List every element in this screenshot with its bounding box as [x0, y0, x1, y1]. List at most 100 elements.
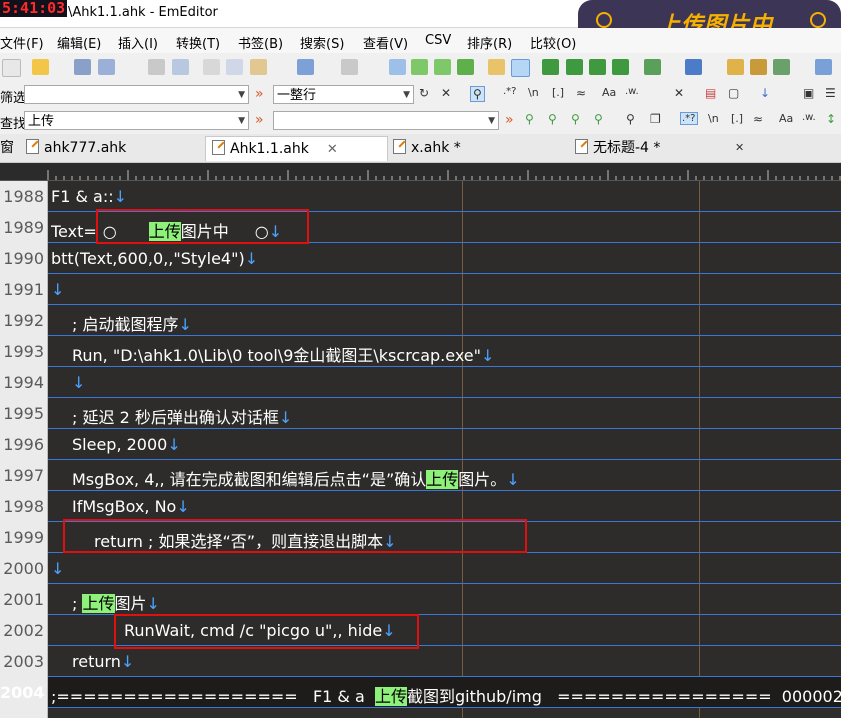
double-chevron-icon[interactable]: » — [255, 86, 264, 102]
code-line[interactable]: Sleep, 2000↓ — [48, 429, 841, 460]
menu-convert[interactable]: 转换(T) — [176, 33, 220, 52]
find-next-icon[interactable]: ⚲ — [525, 112, 534, 126]
replace-input[interactable]: ▼ — [273, 111, 499, 130]
search-icon[interactable]: ⚲ — [470, 86, 485, 102]
whole-word-icon[interactable]: .w. — [625, 86, 639, 97]
customize-icon[interactable] — [727, 59, 744, 75]
code-line[interactable]: ; 启动截图程序↓ — [48, 305, 841, 336]
compare-icon[interactable] — [612, 59, 629, 75]
bookmark-icon[interactable]: ▤ — [705, 86, 716, 100]
menu-sort[interactable]: 排序(R) — [467, 33, 512, 52]
arrow-down-icon[interactable]: ↓ — [760, 86, 770, 100]
menu-bookmark[interactable]: 书签(B) — [238, 33, 283, 52]
chevron-down-icon[interactable]: ▼ — [238, 86, 245, 105]
code-line[interactable]: return↓ — [48, 646, 841, 677]
find-bar: 查找 上传 ▼ » ▼ » ⚲ ⚲ ⚲ ⚲ ⚲ ❐ .*? \n [.] ≈ Aa… — [0, 108, 841, 134]
code-line[interactable]: ↓ — [48, 553, 841, 584]
undo-icon[interactable] — [297, 59, 314, 75]
close-icon[interactable]: ✕ — [327, 142, 338, 157]
sync-scroll-icon[interactable] — [589, 59, 606, 75]
panel-icon[interactable]: ▣ — [803, 86, 814, 100]
find-in-files-icon[interactable]: ⚲ — [626, 112, 635, 126]
wildcard-option-icon[interactable]: [.] — [731, 112, 743, 125]
copy-icon[interactable] — [226, 59, 243, 75]
regex-option-icon[interactable]: .*? — [680, 112, 698, 125]
print-preview-icon[interactable] — [172, 59, 189, 75]
document-icon[interactable]: ▢ — [728, 86, 739, 100]
find-icon[interactable] — [389, 59, 406, 75]
open-folder-icon[interactable] — [32, 59, 49, 75]
menu-file[interactable]: 文件(F) — [0, 33, 44, 52]
filter-input[interactable]: ▼ — [24, 85, 249, 104]
editor-area[interactable]: 1988 1989 1990 1991 1992 1993 1994 1995 1996 1997… — [0, 181, 841, 718]
save-icon[interactable] — [74, 59, 91, 75]
code-text: MsgBox, 4,, 请在完成截图和编辑后点击“是”确认上传图片。↓ — [72, 466, 520, 490]
find-in-files-icon[interactable] — [488, 59, 505, 75]
view-icon[interactable] — [542, 59, 559, 75]
find-input[interactable]: 上传 ▼ — [24, 111, 249, 130]
copy-results-icon[interactable]: ❐ — [650, 112, 661, 126]
chevron-down-icon[interactable]: ▼ — [488, 112, 495, 131]
tools-icon[interactable] — [773, 59, 790, 75]
clear-icon[interactable]: ✕ — [441, 86, 451, 100]
match-case-icon[interactable]: Aa — [602, 86, 616, 99]
close-icon[interactable]: ✕ — [735, 141, 744, 154]
code-line[interactable]: ↓ — [48, 274, 841, 305]
refresh-icon[interactable]: ↻ — [419, 86, 429, 100]
filter-mode-select[interactable]: 一整行 ▼ — [273, 85, 414, 104]
match-case-icon[interactable]: Aa — [779, 112, 793, 125]
menu-compare[interactable]: 比较(O) — [530, 33, 576, 52]
code-line[interactable]: F1 & a::↓ — [48, 181, 841, 212]
menu-insert[interactable]: 插入(I) — [118, 33, 158, 52]
chevron-down-icon[interactable]: ▼ — [403, 86, 410, 105]
save-all-icon[interactable] — [98, 59, 115, 75]
code-line[interactable]: ; 上传图片↓ — [48, 584, 841, 615]
menu-view[interactable]: 查看(V) — [363, 33, 408, 52]
menu-search[interactable]: 搜索(S) — [300, 33, 344, 52]
code-line[interactable]: ;================== F1 & a 上传截图到github/i… — [48, 677, 841, 708]
code-line[interactable]: ; 延迟 2 秒后弹出确认对话框↓ — [48, 398, 841, 429]
window-list-icon[interactable] — [815, 59, 832, 75]
find-next-icon[interactable] — [411, 59, 428, 75]
menu-edit[interactable]: 编辑(E) — [57, 33, 101, 52]
fuzzy-option-icon[interactable]: ≈ — [753, 112, 763, 126]
fuzzy-option-icon[interactable]: ≈ — [576, 86, 586, 100]
code-line[interactable]: ↓ — [48, 367, 841, 398]
menu-csv[interactable]: CSV — [425, 33, 451, 48]
regex-option-icon[interactable]: .*? — [503, 86, 517, 97]
split-view-icon[interactable] — [566, 59, 583, 75]
macro-icon[interactable] — [644, 59, 661, 75]
up-down-icon[interactable]: ↕ — [826, 112, 836, 126]
replace-icon[interactable] — [457, 59, 474, 75]
find-prev-icon[interactable]: ⚲ — [548, 112, 557, 126]
code-line[interactable]: MsgBox, 4,, 请在完成截图和编辑后点击“是”确认上传图片。↓ — [48, 460, 841, 491]
cut-icon[interactable] — [203, 59, 220, 75]
redo-icon[interactable] — [341, 59, 358, 75]
double-chevron-icon[interactable]: » — [255, 112, 264, 128]
tab-untitled-4[interactable]: 无标题-4 * — [569, 136, 749, 161]
code-line[interactable]: Run, "D:\ahk1.0\Lib\0 tool\9金山截图王\kscrca… — [48, 336, 841, 367]
list-icon[interactable]: ☰ — [825, 86, 836, 100]
code-line[interactable]: btt(Text,600,0,,"Style4")↓ — [48, 243, 841, 274]
escape-option-icon[interactable]: \n — [708, 112, 719, 125]
print-icon[interactable] — [148, 59, 165, 75]
wildcard-option-icon[interactable]: [.] — [552, 86, 564, 99]
tab-x-ahk[interactable]: x.ahk * — [387, 136, 567, 161]
whole-word-icon[interactable]: .w. — [802, 112, 816, 123]
escape-option-icon[interactable]: \n — [528, 86, 539, 99]
tab-ahk777[interactable]: ahk777.ahk — [20, 136, 203, 161]
find-prev-icon[interactable] — [434, 59, 451, 75]
new-file-icon[interactable] — [2, 59, 21, 77]
replace-all-icon[interactable]: ⚲ — [594, 112, 603, 126]
clear-filter-icon[interactable]: ✕ — [674, 86, 684, 100]
filter-icon[interactable] — [511, 59, 530, 77]
tab-window-partial[interactable]: 窗口 — [0, 136, 20, 181]
properties-icon[interactable] — [750, 59, 767, 75]
double-chevron-icon[interactable]: » — [505, 112, 514, 128]
tab-ahk1-1[interactable]: Ahk1.1.ahk ✕ — [205, 136, 388, 161]
chevron-down-icon[interactable]: ▼ — [238, 112, 245, 131]
plugin-icon[interactable] — [685, 59, 702, 75]
replace-icon[interactable]: ⚲ — [571, 112, 580, 126]
code-line[interactable]: IfMsgBox, No↓ — [48, 491, 841, 522]
paste-icon[interactable] — [250, 59, 267, 75]
